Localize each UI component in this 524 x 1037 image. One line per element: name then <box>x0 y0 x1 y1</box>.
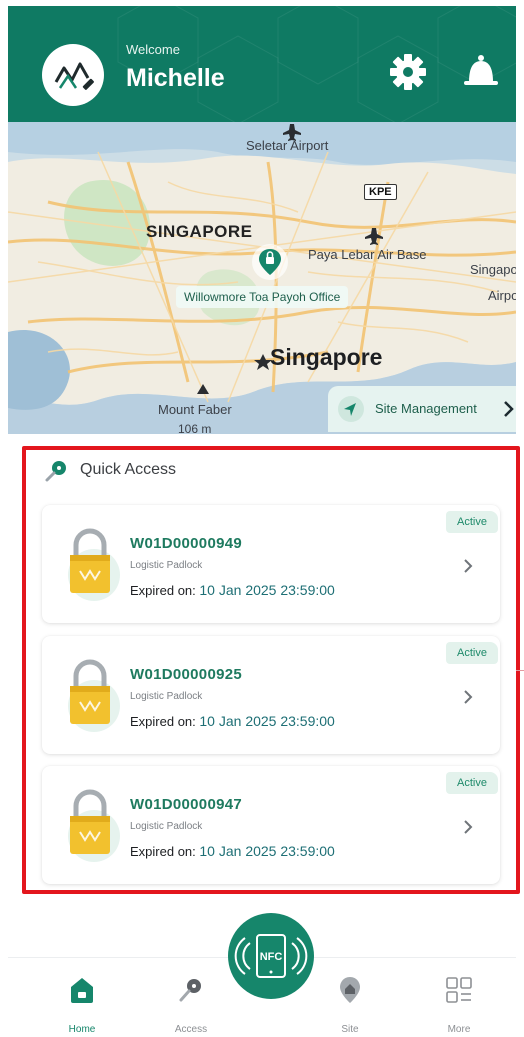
quick-access-title: Quick Access <box>80 461 177 478</box>
padlock-icon <box>68 789 120 862</box>
map-label-airpo: Airpo <box>488 288 516 303</box>
chevron-right-icon <box>464 559 473 573</box>
map-label-country: SINGAPORE <box>146 222 253 241</box>
expiry-value: 10 Jan 2025 23:59:00 <box>199 582 335 598</box>
padlock-type: Logistic Padlock <box>130 691 203 702</box>
gear-icon[interactable] <box>388 52 428 92</box>
welcome-text: Welcome <box>126 42 180 57</box>
map-label-elevation: 106 m <box>178 422 212 434</box>
site-management-button[interactable]: Site Management <box>328 386 516 432</box>
chevron-right-icon <box>464 820 473 834</box>
site-management-label: Site Management <box>375 401 477 416</box>
status-badge: Active <box>446 772 498 794</box>
map-label-paya-lebar: Paya Lebar Air Base <box>308 247 427 262</box>
status-badge: Active <box>446 642 498 664</box>
grid-icon <box>446 977 472 1003</box>
map-pin[interactable] <box>252 244 288 280</box>
chevron-right-icon <box>504 401 514 417</box>
nav-more-label: More <box>447 1024 471 1035</box>
expiry-text: Expired on: 10 Jan 2025 23:59:00 <box>130 843 335 859</box>
nav-more[interactable]: More <box>429 975 489 1035</box>
divider <box>516 670 524 671</box>
key-icon <box>45 461 66 482</box>
key-icon <box>179 979 201 1002</box>
expiry-text: Expired on: 10 Jan 2025 23:59:00 <box>130 582 335 598</box>
padlock-id: W01D00000949 <box>130 535 243 552</box>
padlock-icon <box>68 528 120 601</box>
expiry-label: Expired on: <box>130 844 196 859</box>
nav-access-label: Access <box>174 1024 208 1035</box>
user-name: Michelle <box>126 64 225 92</box>
expiry-value: 10 Jan 2025 23:59:00 <box>199 843 335 859</box>
nfc-icon: NFC <box>234 934 308 978</box>
app-header: Welcome Michelle <box>8 6 516 122</box>
map-label-mount-faber: Mount Faber <box>158 402 232 417</box>
location-pin-icon <box>340 977 360 1003</box>
padlock-card[interactable]: Active W01D00000949 Logistic Padlock Exp… <box>42 505 500 623</box>
nfc-label: NFC <box>260 951 283 963</box>
padlock-id: W01D00000947 <box>130 796 243 813</box>
map-label-seletar: Seletar Airport <box>246 138 329 153</box>
padlock-card[interactable]: Active W01D00000925 Logistic Padlock Exp… <box>42 636 500 754</box>
expiry-label: Expired on: <box>130 583 196 598</box>
nav-home-label: Home <box>68 1024 96 1035</box>
padlock-type: Logistic Padlock <box>130 821 203 832</box>
map-view[interactable]: Seletar Airport KPE SINGAPORE Paya Lebar… <box>8 122 516 434</box>
padlock-type: Logistic Padlock <box>130 560 203 571</box>
map-label-kpe: KPE <box>364 184 397 200</box>
status-badge: Active <box>446 511 498 533</box>
avatar-logo-icon <box>54 62 94 90</box>
chevron-right-icon <box>464 690 473 704</box>
avatar[interactable] <box>42 44 104 106</box>
nav-site[interactable]: Site <box>320 975 380 1035</box>
home-icon <box>71 978 93 1003</box>
nav-site-label: Site <box>341 1024 359 1035</box>
nav-access[interactable]: Access <box>161 975 221 1035</box>
padlock-card[interactable]: Active W01D00000947 Logistic Padlock Exp… <box>42 766 500 884</box>
map-office-label[interactable]: Willowmore Toa Payoh Office <box>176 286 349 308</box>
expiry-label: Expired on: <box>130 714 196 729</box>
nav-home[interactable]: Home <box>52 975 112 1035</box>
map-label-singapo: Singapo <box>470 262 516 277</box>
padlock-id: W01D00000925 <box>130 666 243 683</box>
expiry-value: 10 Jan 2025 23:59:00 <box>199 713 335 729</box>
bell-icon[interactable] <box>460 50 502 92</box>
map-label-city: Singapore <box>270 344 383 370</box>
padlock-icon <box>68 659 120 732</box>
navigation-arrow-icon <box>338 396 364 422</box>
nfc-button[interactable]: NFC <box>228 913 314 999</box>
expiry-text: Expired on: 10 Jan 2025 23:59:00 <box>130 713 335 729</box>
